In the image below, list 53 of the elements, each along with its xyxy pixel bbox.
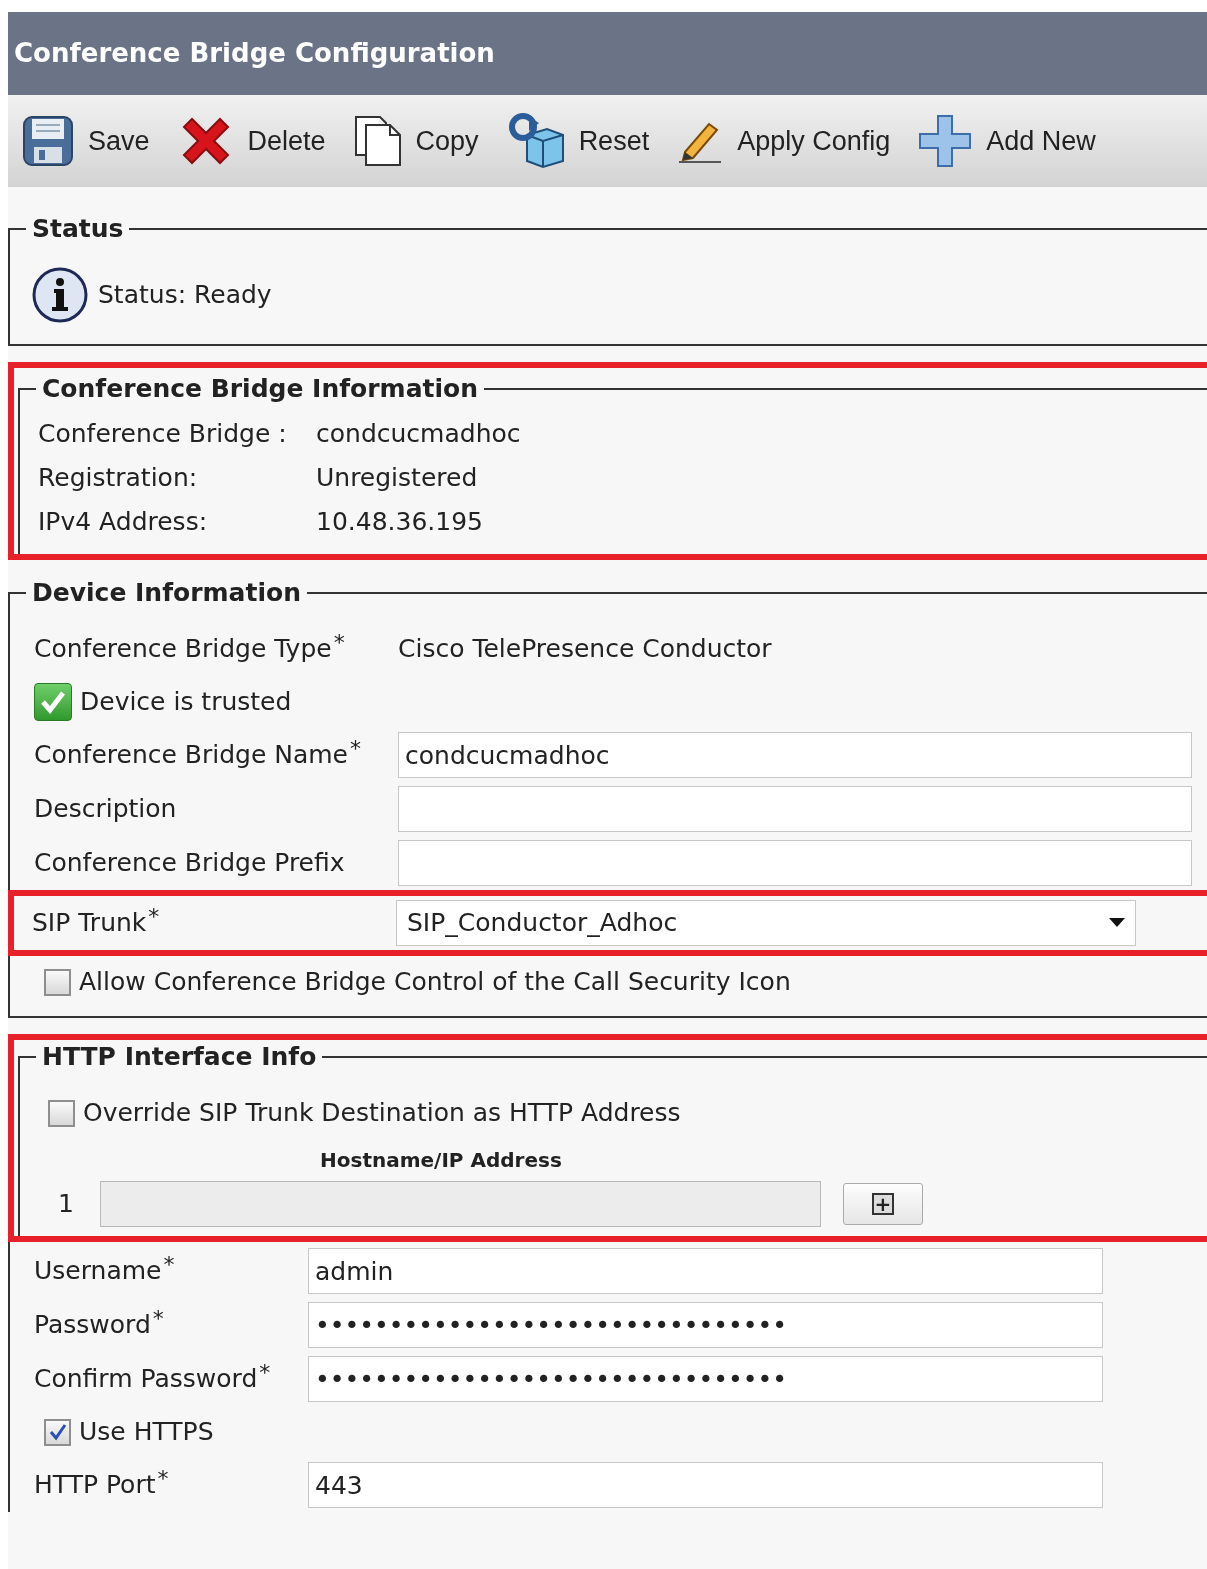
field-label: Conference Bridge Type <box>34 634 332 664</box>
input-field[interactable]: admin <box>308 1248 1103 1294</box>
info-value: Unregistered <box>316 462 478 495</box>
field-label: Password <box>34 1310 151 1340</box>
field-label: Conference Bridge Name <box>34 740 348 770</box>
required-asterisk: * <box>152 1306 164 1332</box>
field-label: Conference Bridge Prefix <box>34 848 345 878</box>
info-value: 10.48.36.195 <box>316 506 483 539</box>
row-number: 1 <box>58 1188 75 1221</box>
field-label: Username <box>34 1256 162 1286</box>
toolbar-button[interactable]: Save <box>22 115 150 167</box>
required-asterisk: * <box>350 736 361 762</box>
plus-icon <box>918 114 973 168</box>
required-asterisk: * <box>333 630 345 656</box>
input-field[interactable] <box>398 786 1192 832</box>
toolbar-button[interactable]: Add New <box>918 114 1096 168</box>
checkbox-label: Override SIP Trunk Destination as HTTP Address <box>83 1097 681 1130</box>
input-field[interactable]: •••••••••••••••••••••••••••••••• <box>308 1356 1103 1402</box>
info-label: IPv4 Address: <box>38 506 209 539</box>
column-header: Hostname/IP Address <box>319 1147 563 1174</box>
toolbar-button[interactable]: Reset <box>506 113 650 169</box>
required-asterisk: * <box>163 1252 175 1278</box>
cube-with-arrow-icon <box>506 113 565 169</box>
field-label: Description <box>34 794 177 824</box>
toolbar-button[interactable]: Delete <box>177 113 326 169</box>
caret-icon <box>1109 918 1125 928</box>
field-value: Cisco TelePresence Conductor <box>398 633 772 666</box>
checkbox[interactable] <box>44 1418 71 1446</box>
toolbar-button[interactable]: Copy <box>353 115 479 167</box>
info-label: Registration: <box>38 462 199 495</box>
field-label: SIP Trunk <box>32 908 147 938</box>
checkbox[interactable] <box>48 1099 75 1127</box>
window-title: Conference Bridge Configuration <box>8 12 1207 95</box>
field-label: HTTP Port <box>34 1470 156 1500</box>
input-field[interactable]: 443 <box>308 1462 1103 1508</box>
checkbox-label: Device is trusted <box>80 686 292 719</box>
required-asterisk: * <box>157 1466 169 1492</box>
info-icon <box>32 267 88 323</box>
checkbox[interactable] <box>44 968 71 996</box>
status-text: Status: Ready <box>98 279 272 312</box>
dropdown[interactable]: SIP_Conductor_Adhoc <box>396 900 1136 946</box>
input-field[interactable]: •••••••••••••••••••••••••••••••• <box>308 1302 1103 1348</box>
required-asterisk: * <box>259 1360 271 1386</box>
info-label: Conference Bridge : <box>38 418 288 451</box>
input-field[interactable] <box>398 840 1192 886</box>
copy-icon <box>353 115 402 167</box>
checkbox-label: Use HTTPS <box>79 1416 214 1449</box>
field-label: Confirm Password <box>34 1364 258 1394</box>
input-field[interactable]: condcucmadhoc <box>398 732 1192 778</box>
toolbar-button[interactable]: Apply Config <box>677 118 891 164</box>
required-asterisk: * <box>148 904 160 930</box>
checkbox-label: Allow Conference Bridge Control of the Call Security Icon <box>79 966 791 999</box>
info-value: condcucmadhoc <box>316 418 521 451</box>
